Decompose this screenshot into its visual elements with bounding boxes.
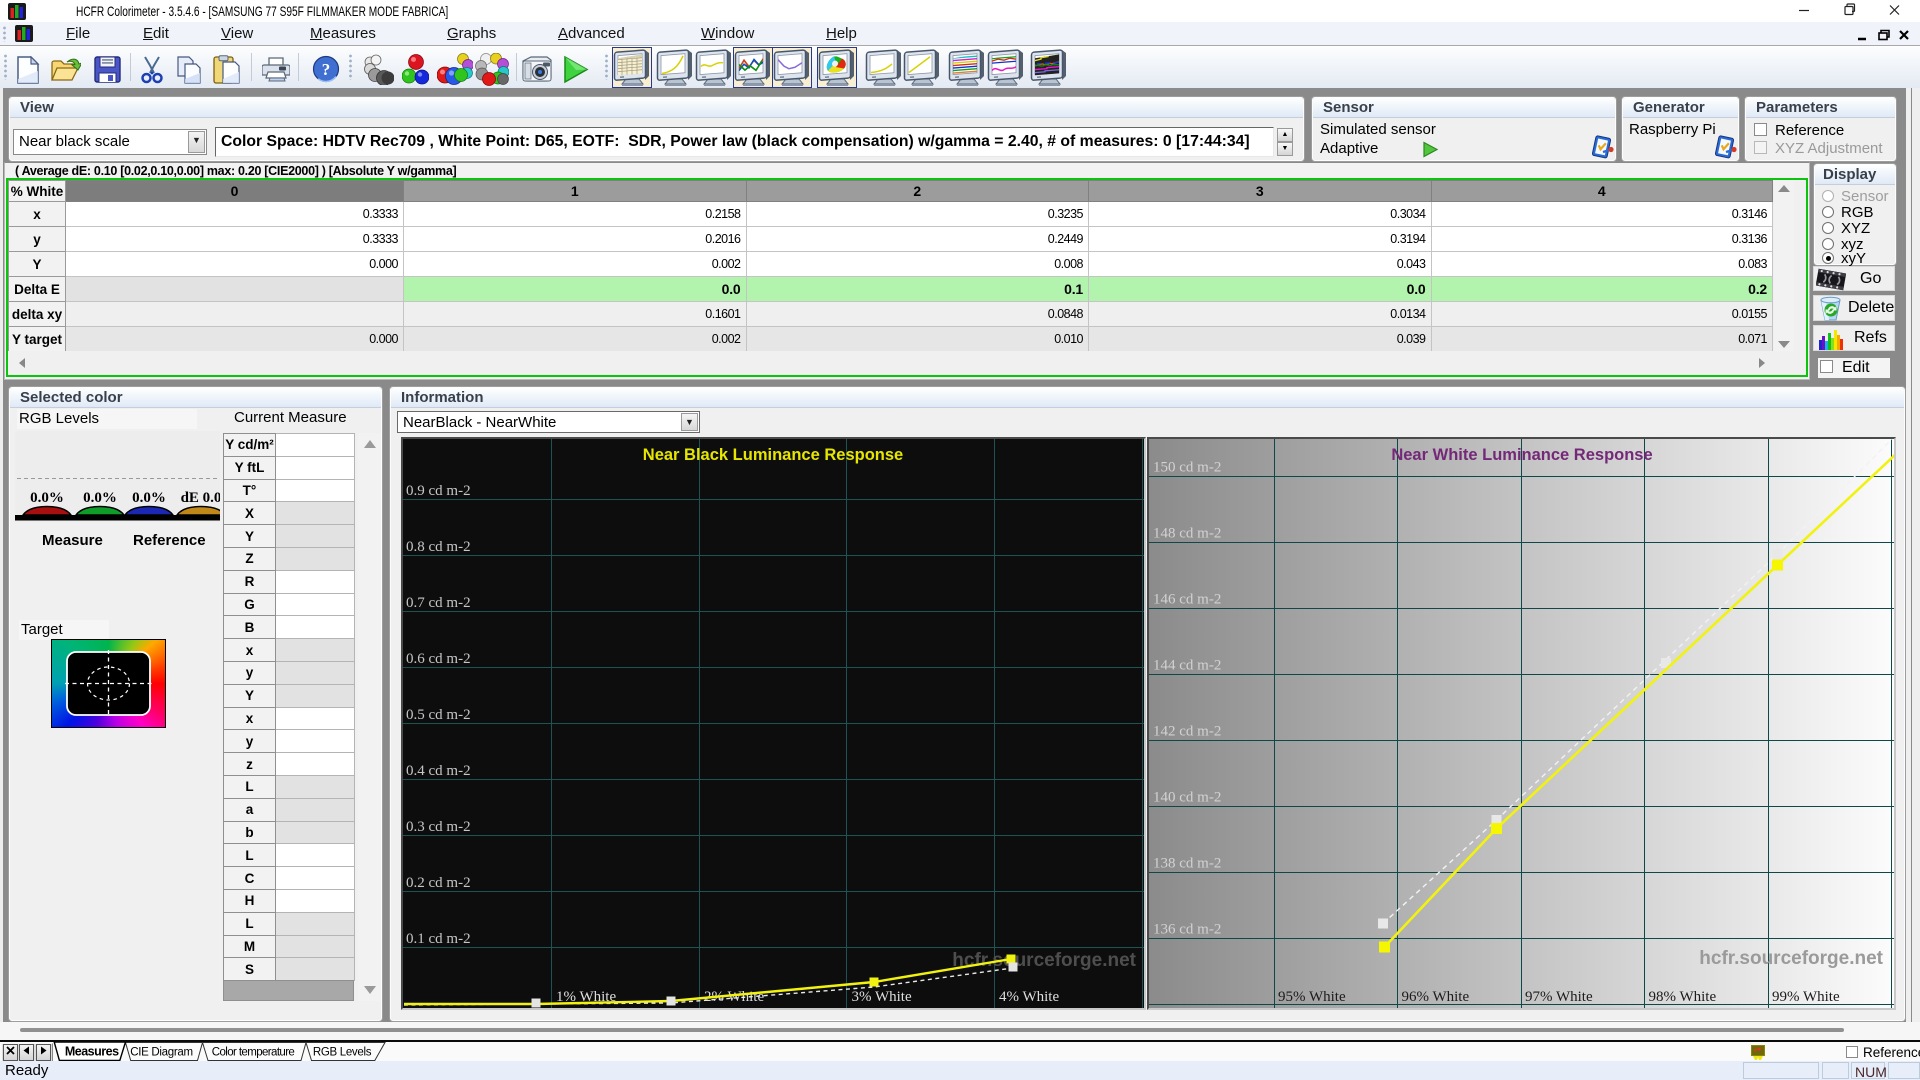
svg-text:0.0%: 0.0% [83,490,117,506]
svg-text:0.4 cd m-2: 0.4 cd m-2 [406,763,471,779]
svg-text:148 cd m-2: 148 cd m-2 [1153,526,1221,542]
svg-text:Near Black Luminance Response: Near Black Luminance Response [643,446,903,464]
svg-text:98% White: 98% White [1649,989,1717,1005]
svg-text:CIE Diagram: CIE Diagram [130,1047,193,1059]
svg-text:0.9 cd m-2: 0.9 cd m-2 [406,483,471,499]
svg-text:97% White: 97% White [1525,989,1593,1005]
svg-text:4% White: 4% White [999,989,1059,1005]
svg-text:?: ? [322,60,331,79]
svg-text:0.5 cd m-2: 0.5 cd m-2 [406,707,471,723]
svg-text:99% White: 99% White [1772,989,1840,1005]
svg-text:0.0%: 0.0% [30,490,64,506]
svg-text:0.6 cd m-2: 0.6 cd m-2 [406,651,471,667]
svg-text:Measures: Measures [65,1045,119,1059]
svg-text:144 cd m-2: 144 cd m-2 [1153,658,1221,674]
svg-text:0.8 cd m-2: 0.8 cd m-2 [406,539,471,555]
svg-text:Near White Luminance Response: Near White Luminance Response [1391,446,1652,464]
svg-text:hcfr.sourceforge.net: hcfr.sourceforge.net [1699,948,1883,969]
svg-text:140 cd m-2: 140 cd m-2 [1153,790,1221,806]
svg-text:0.0%: 0.0% [132,490,166,506]
svg-text:Color temperature: Color temperature [212,1047,295,1059]
svg-text:138 cd m-2: 138 cd m-2 [1153,856,1221,872]
svg-text:0.2 cd m-2: 0.2 cd m-2 [406,875,471,891]
svg-text:136 cd m-2: 136 cd m-2 [1153,922,1221,938]
svg-text:RGB Levels: RGB Levels [313,1047,372,1059]
svg-text:0.7 cd m-2: 0.7 cd m-2 [406,595,471,611]
svg-text:150 cd m-2: 150 cd m-2 [1153,460,1221,476]
svg-text:142 cd m-2: 142 cd m-2 [1153,724,1221,740]
svg-text:146 cd m-2: 146 cd m-2 [1153,592,1221,608]
svg-text:dE 0.0: dE 0.0 [181,490,220,506]
svg-text:96% White: 96% White [1402,989,1470,1005]
svg-text:3% White: 3% White [852,989,912,1005]
svg-text:0.3 cd m-2: 0.3 cd m-2 [406,819,471,835]
svg-text:95% White: 95% White [1278,989,1346,1005]
svg-text:hcfr.sourceforge.net: hcfr.sourceforge.net [952,950,1136,971]
svg-text:0.1 cd m-2: 0.1 cd m-2 [406,931,471,947]
